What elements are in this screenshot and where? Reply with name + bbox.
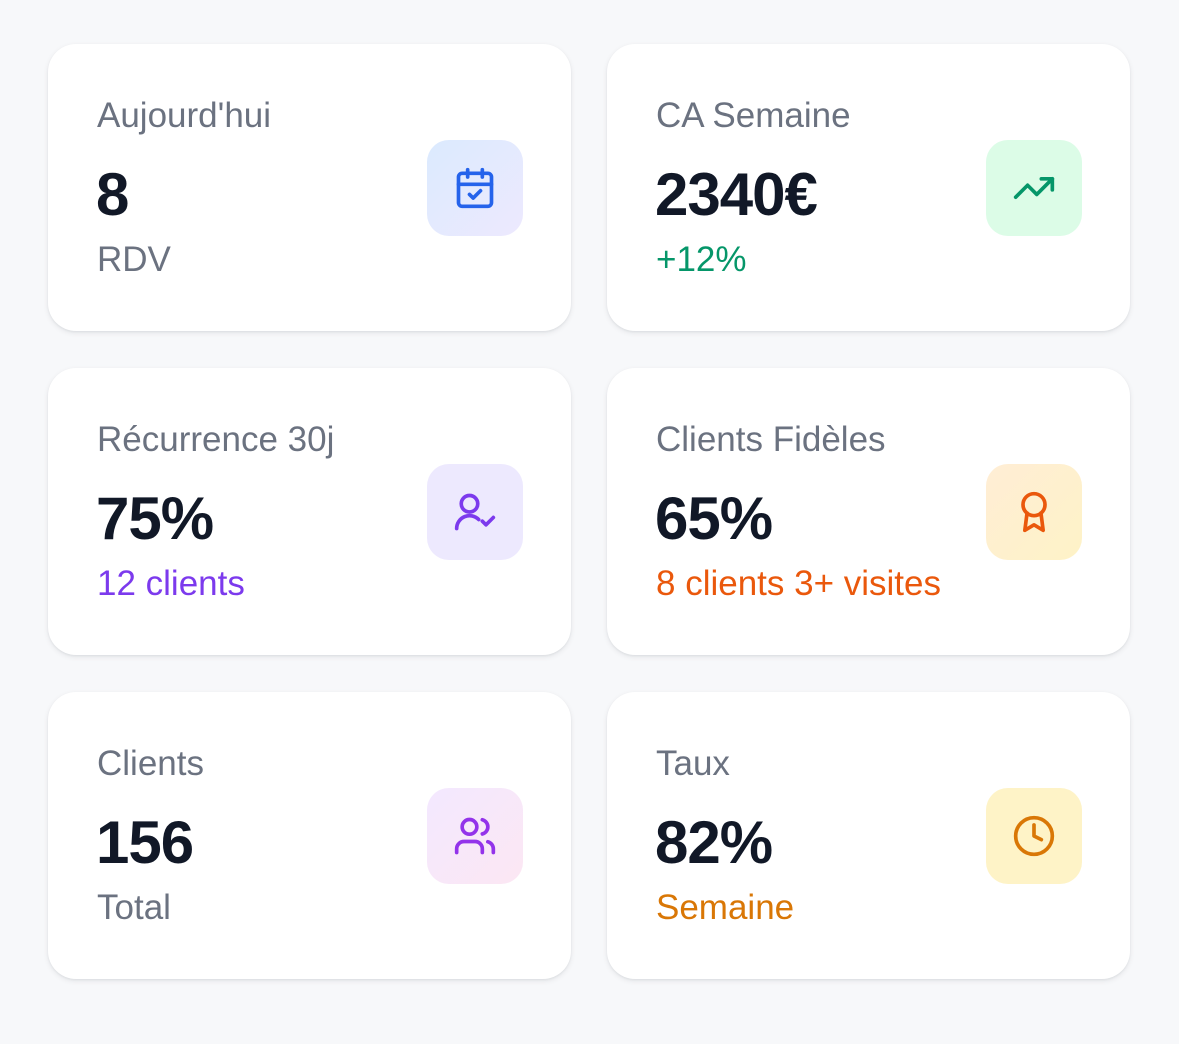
stat-icon-box: [986, 140, 1082, 236]
stat-icon-box: [986, 788, 1082, 884]
stat-subtext: 12 clients: [97, 564, 245, 603]
stat-card-today[interactable]: Aujourd'hui 8 RDV: [48, 44, 571, 331]
stat-icon-box: [427, 464, 523, 560]
user-check-icon: [454, 493, 496, 531]
stat-value: 156: [96, 809, 194, 876]
clock-icon: [1013, 815, 1055, 857]
stat-subtext: 8 clients 3+ visites: [656, 564, 941, 603]
stat-label: Aujourd'hui: [97, 96, 272, 135]
users-icon: [454, 817, 496, 855]
stat-subtext: Total: [97, 888, 171, 927]
stat-icon-box: [986, 464, 1082, 560]
calendar-check-icon: [456, 167, 494, 209]
stat-label: CA Semaine: [656, 96, 851, 135]
stat-icon-box: [427, 140, 523, 236]
stat-subtext: +12%: [656, 240, 747, 279]
stat-value: 65%: [655, 485, 773, 552]
stat-value: 8: [96, 161, 129, 228]
stat-value: 82%: [655, 809, 773, 876]
stat-subtext: RDV: [97, 240, 171, 279]
stat-label: Clients Fidèles: [656, 420, 886, 459]
stat-subtext: Semaine: [656, 888, 795, 927]
stat-value: 75%: [96, 485, 214, 552]
stat-label: Taux: [656, 744, 730, 783]
stat-label: Récurrence 30j: [97, 420, 335, 459]
stat-card-recurrence[interactable]: Récurrence 30j 75% 12 clients: [48, 368, 571, 655]
stat-card-weekly-revenue[interactable]: CA Semaine 2340€ +12%: [607, 44, 1130, 331]
stat-value: 2340€: [655, 161, 818, 228]
stat-label: Clients: [97, 744, 204, 783]
stat-icon-box: [427, 788, 523, 884]
stat-card-clients[interactable]: Clients 156 Total: [48, 692, 571, 979]
stat-card-rate[interactable]: Taux 82% Semaine: [607, 692, 1130, 979]
stats-grid: Aujourd'hui 8 RDV CA Semaine 2340€ +12% …: [48, 44, 1130, 979]
award-icon: [1021, 491, 1047, 533]
trending-up-icon: [1013, 177, 1055, 199]
stat-card-loyal-clients[interactable]: Clients Fidèles 65% 8 clients 3+ visites: [607, 368, 1130, 655]
